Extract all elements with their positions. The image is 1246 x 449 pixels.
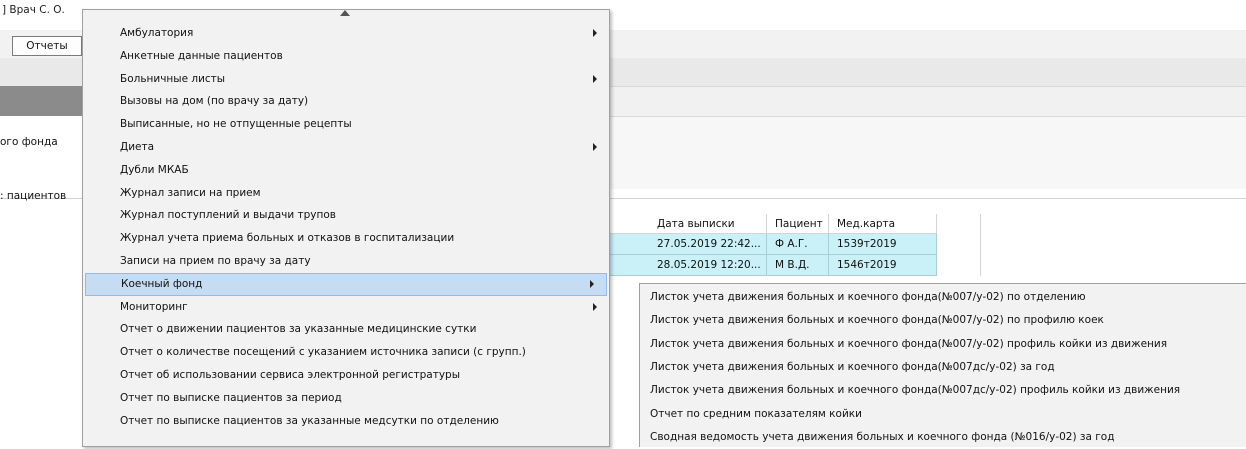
menu-item-label: Коечный фонд <box>121 277 203 290</box>
menu-item[interactable]: Записи на прием по врачу за дату <box>83 250 609 273</box>
bed-fund-submenu: Листок учета движения больных и коечного… <box>639 283 1246 447</box>
menu-item-label: Журнал учета приема больных и отказов в … <box>120 232 455 245</box>
menu-item[interactable]: Вызовы на дом (по врачу за дату) <box>83 90 609 113</box>
menu-item[interactable]: Отчет по выписке пациентов за период <box>83 387 609 410</box>
menu-item[interactable]: Журнал поступлений и выдачи трупов <box>83 204 609 227</box>
submenu-item[interactable]: Листок учета движения больных и коечного… <box>640 379 1246 402</box>
column-header-discharge-date[interactable]: Дата выписки <box>610 214 767 234</box>
divider <box>980 214 981 276</box>
menu-item-label: Отчет об использовании сервиса электронн… <box>120 369 460 381</box>
menu-item[interactable]: Анкетные данные пациентов <box>83 45 609 68</box>
menu-item[interactable]: Журнал записи на прием <box>83 182 609 205</box>
submenu-arrow-icon <box>590 280 594 289</box>
menu-reports[interactable]: Отчеты <box>12 36 82 56</box>
submenu-arrow-icon <box>593 302 597 311</box>
divider <box>610 198 1246 199</box>
menu-item-label: Анкетные данные пациентов <box>120 49 283 62</box>
menu-item-label: Диета <box>120 141 155 153</box>
menu-item-label: Больничные листы <box>120 72 226 85</box>
menu-item[interactable]: Отчет об использовании сервиса электронн… <box>83 364 609 387</box>
menu-item-label: Отчет по выписке пациентов за указанные … <box>120 414 499 427</box>
table-cell-med-card[interactable]: 1546т2019 <box>829 255 937 276</box>
column-header-patient[interactable]: Пациент <box>767 214 829 234</box>
discharge-grid: Дата выписки Пациент Мед.карта 27.05.201… <box>610 214 980 276</box>
filter-label-fund: ого фонда <box>0 136 58 148</box>
column-header-med-card[interactable]: Мед.карта <box>829 214 937 234</box>
table-cell-patient[interactable]: Ф А.Г. <box>767 234 829 255</box>
menu-item-label: Вызовы на дом (по врачу за дату) <box>120 95 309 108</box>
menu-item-label: Мониторинг <box>120 300 188 313</box>
menu-item[interactable]: Выписанные, но не отпущенные рецепты <box>83 113 609 136</box>
submenu-item[interactable]: Листок учета движения больных и коечного… <box>640 356 1246 379</box>
submenu-arrow-icon <box>593 143 597 152</box>
menu-item-label: Отчет по выписке пациентов за период <box>120 391 342 404</box>
reports-dropdown-menu: Амбулатория Анкетные данные пациентов Боль… <box>82 9 610 447</box>
submenu-arrow-icon <box>593 29 597 38</box>
scroll-up-icon[interactable] <box>340 10 350 16</box>
table-cell-discharge-date[interactable]: 27.05.2019 22:42... <box>610 234 767 255</box>
submenu-arrow-icon <box>593 74 597 83</box>
table-cell-med-card[interactable]: 1539т2019 <box>829 234 937 255</box>
menu-item-label: Журнал поступлений и выдачи трупов <box>120 209 336 222</box>
filter-label-patients: : пациентов <box>0 190 67 202</box>
menu-item[interactable]: Журнал учета приема больных и отказов в … <box>83 227 609 250</box>
menu-item-label: Дубли МКАБ <box>120 163 189 176</box>
submenu-item[interactable]: Сводная ведомость учета движения больных… <box>640 426 1246 449</box>
submenu-item[interactable]: Листок учета движения больных и коечного… <box>640 309 1246 332</box>
submenu-item[interactable]: Отчет по средним показателям койки <box>640 403 1246 426</box>
menu-item-label: Отчет о количестве посещений с указанием… <box>120 346 526 359</box>
menu-item[interactable]: Больничные листы <box>83 68 609 91</box>
submenu-item[interactable]: Листок учета движения больных и коечного… <box>640 286 1246 309</box>
header-band <box>610 86 1246 117</box>
menu-item[interactable]: Амбулатория <box>83 22 609 45</box>
menu-item[interactable]: Отчет о количестве посещений с указанием… <box>83 341 609 364</box>
menu-item[interactable]: Коечный фонд <box>85 272 607 296</box>
window-title: ] Врач С. О. <box>2 4 65 16</box>
menu-item-label: Амбулатория <box>120 27 194 39</box>
menu-item-label: Журнал записи на прием <box>120 186 261 199</box>
submenu-item[interactable]: Листок учета движения больных и коечного… <box>640 333 1246 356</box>
menu-item-label: Отчет о движении пациентов за указанные … <box>120 323 477 336</box>
menu-item[interactable]: Отчет по выписке пациентов за указанные … <box>83 410 609 433</box>
toolbar-dark-strip <box>0 86 82 116</box>
menu-item[interactable]: Диета <box>83 136 609 159</box>
menu-item-label: Выписанные, но не отпущенные рецепты <box>120 118 352 131</box>
menu-item[interactable]: Мониторинг <box>83 296 609 319</box>
menu-item-label: Записи на прием по врачу за дату <box>120 255 311 267</box>
menu-item[interactable]: Отчет о движении пациентов за указанные … <box>83 318 609 341</box>
filter-panel <box>610 116 1246 189</box>
table-cell-discharge-date[interactable]: 28.05.2019 12:20... <box>610 255 767 276</box>
table-cell-patient[interactable]: М В.Д. <box>767 255 829 276</box>
menu-item[interactable]: Дубли МКАБ <box>83 159 609 182</box>
